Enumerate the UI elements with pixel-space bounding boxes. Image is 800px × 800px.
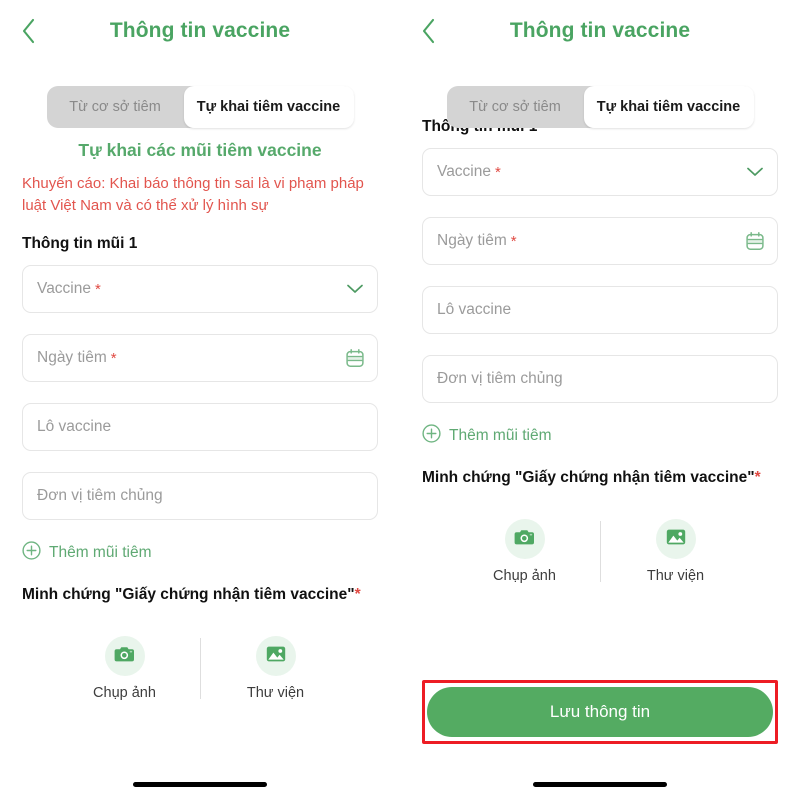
- calendar-icon[interactable]: [746, 231, 764, 251]
- page-title: Thông tin vaccine: [109, 19, 291, 42]
- right-phone-screen: Thông tin mũi 1 Vaccine * Ngày tiêm *: [400, 0, 800, 800]
- injection-date-placeholder: Ngày tiêm: [437, 232, 507, 249]
- chevron-left-icon: [21, 18, 37, 44]
- library-label: Thư viện: [646, 568, 705, 584]
- save-button-highlight: Lưu thông tin: [422, 680, 778, 744]
- segmented-tabbar: Từ cơ sở tiêm Tự khai tiêm vaccine: [446, 86, 754, 128]
- left-content: Tự khai các mũi tiêm vaccine Khuyến cáo:…: [0, 140, 400, 701]
- plus-circle-icon: [422, 424, 441, 448]
- vaccination-unit-placeholder: Đơn vị tiêm chủng: [37, 487, 163, 504]
- section-heading: Tự khai các mũi tiêm vaccine: [78, 140, 322, 160]
- proof-title: Minh chứng "Giấy chứng nhận tiêm vaccine…: [22, 584, 378, 606]
- home-indicator: [133, 782, 267, 787]
- chevron-left-icon: [421, 18, 437, 44]
- library-button[interactable]: Thư viện: [201, 636, 351, 701]
- vaccination-unit-placeholder: Đơn vị tiêm chủng: [437, 370, 563, 387]
- proof-title-text: Minh chứng "Giấy chứng nhận tiêm vaccine…: [22, 586, 355, 603]
- required-asterisk: *: [495, 163, 501, 181]
- camera-icon-circle: [104, 636, 145, 676]
- save-button[interactable]: Lưu thông tin: [427, 687, 773, 737]
- proof-required-asterisk: *: [354, 586, 361, 603]
- vaccine-lot-field[interactable]: Lô vaccine: [22, 403, 378, 451]
- vaccine-select[interactable]: Vaccine *: [22, 265, 378, 313]
- vaccination-unit-field[interactable]: Đơn vị tiêm chủng: [422, 355, 778, 403]
- image-icon: [266, 645, 286, 668]
- injection-date-field[interactable]: Ngày tiêm *: [22, 334, 378, 382]
- vaccine-lot-placeholder: Lô vaccine: [37, 418, 112, 435]
- required-asterisk: *: [110, 349, 117, 367]
- back-button[interactable]: [414, 16, 444, 46]
- tab-tu-co-so-tiem[interactable]: Từ cơ sở tiêm: [447, 86, 584, 128]
- injection-date-field[interactable]: Ngày tiêm *: [422, 217, 778, 265]
- add-dose-label: Thêm mũi tiêm: [449, 427, 552, 444]
- camera-icon: [514, 528, 535, 551]
- media-picker-row: Chụp ảnh Thư viện: [422, 519, 778, 584]
- required-asterisk: *: [95, 280, 101, 298]
- home-indicator: [533, 782, 667, 787]
- vaccine-select[interactable]: Vaccine *: [422, 148, 778, 196]
- warning-text: Khuyến cáo: Khai báo thông tin sai là vi…: [22, 175, 364, 214]
- chevron-down-icon[interactable]: [746, 166, 764, 178]
- left-phone-screen: Thông tin vaccine Từ cơ sở tiêm Tự khai …: [0, 0, 400, 800]
- image-icon-circle: [255, 636, 296, 676]
- left-header: Thông tin vaccine: [0, 0, 400, 62]
- proof-required-asterisk: *: [754, 469, 761, 486]
- add-dose-button[interactable]: Thêm mũi tiêm: [22, 541, 378, 565]
- camera-icon: [114, 645, 135, 668]
- required-asterisk: *: [510, 232, 517, 250]
- take-photo-button[interactable]: Chụp ảnh: [50, 636, 200, 701]
- library-button[interactable]: Thư viện: [601, 519, 751, 584]
- tab-tu-khai-tiem-vaccine[interactable]: Tự khai tiêm vaccine: [183, 86, 354, 128]
- dual-screen-container: Thông tin vaccine Từ cơ sở tiêm Tự khai …: [0, 0, 800, 800]
- left-tabbar-wrap: Từ cơ sở tiêm Tự khai tiêm vaccine: [0, 86, 400, 128]
- calendar-icon[interactable]: [346, 348, 364, 368]
- tab-tu-co-so-tiem[interactable]: Từ cơ sở tiêm: [47, 86, 184, 128]
- vaccine-lot-placeholder: Lô vaccine: [437, 301, 512, 318]
- vaccine-lot-field[interactable]: Lô vaccine: [422, 286, 778, 334]
- take-photo-label: Chụp ảnh: [93, 685, 156, 701]
- image-icon-circle: [655, 519, 696, 559]
- vaccine-placeholder: Vaccine: [437, 163, 491, 180]
- dose-1-label: Thông tin mũi 1: [22, 235, 138, 252]
- library-label: Thư viện: [246, 685, 305, 701]
- take-photo-button[interactable]: Chụp ảnh: [450, 519, 600, 584]
- right-header: Thông tin vaccine: [400, 0, 800, 62]
- take-photo-label: Chụp ảnh: [493, 568, 556, 584]
- right-tabbar-wrap: Từ cơ sở tiêm Tự khai tiêm vaccine: [400, 86, 800, 128]
- vaccination-unit-field[interactable]: Đơn vị tiêm chủng: [22, 472, 378, 520]
- media-picker-row: Chụp ảnh Thư viện: [22, 636, 378, 701]
- page-title: Thông tin vaccine: [509, 19, 691, 42]
- segmented-tabbar: Từ cơ sở tiêm Tự khai tiêm vaccine: [46, 86, 354, 128]
- plus-circle-icon: [22, 541, 41, 565]
- chevron-down-icon[interactable]: [346, 283, 364, 295]
- add-dose-button[interactable]: Thêm mũi tiêm: [422, 424, 778, 448]
- vaccine-placeholder: Vaccine: [37, 280, 91, 297]
- injection-date-placeholder: Ngày tiêm: [37, 349, 107, 366]
- tab-tu-khai-tiem-vaccine[interactable]: Tự khai tiêm vaccine: [583, 86, 754, 128]
- back-button[interactable]: [14, 16, 44, 46]
- save-button-wrap: Lưu thông tin: [422, 680, 778, 744]
- proof-title-text: Minh chứng "Giấy chứng nhận tiêm vaccine…: [422, 469, 755, 486]
- camera-icon-circle: [504, 519, 545, 559]
- proof-title: Minh chứng "Giấy chứng nhận tiêm vaccine…: [422, 467, 778, 489]
- image-icon: [666, 528, 686, 551]
- save-button-label: Lưu thông tin: [549, 702, 651, 721]
- add-dose-label: Thêm mũi tiêm: [49, 544, 152, 561]
